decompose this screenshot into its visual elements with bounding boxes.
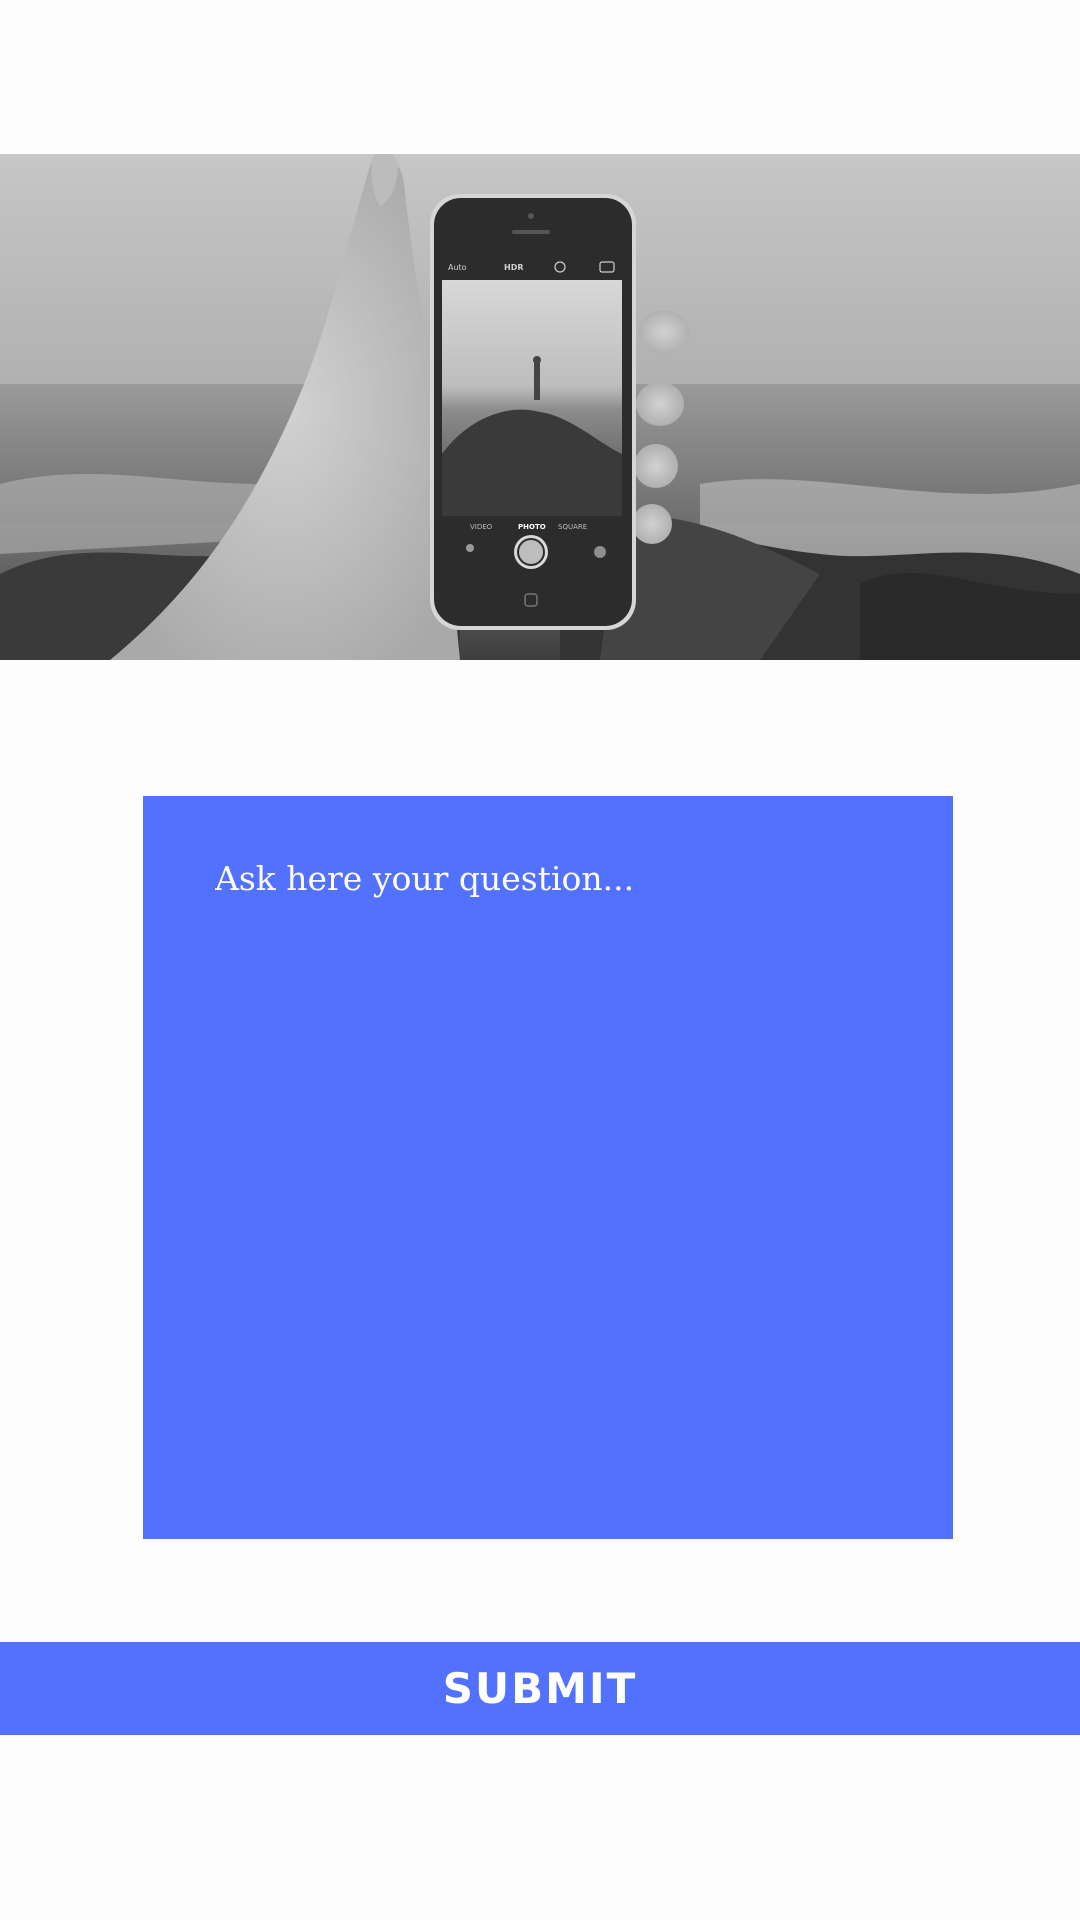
- submit-button[interactable]: SUBMIT: [0, 1642, 1080, 1735]
- question-box: [143, 796, 953, 1539]
- mode-square: SQUARE: [558, 523, 587, 531]
- mode-video: VIDEO: [470, 523, 493, 531]
- hero-photo: Auto HDR VIDEO PHOTO SQUARE: [0, 154, 1080, 660]
- page: Auto HDR VIDEO PHOTO SQUARE SUBMIT: [0, 0, 1080, 1920]
- flash-label: Auto: [448, 263, 467, 272]
- hand-holding-phone-photo: Auto HDR VIDEO PHOTO SQUARE: [0, 154, 1080, 660]
- question-input[interactable]: [215, 858, 881, 1477]
- hdr-label: HDR: [504, 263, 524, 272]
- mode-photo: PHOTO: [518, 523, 546, 531]
